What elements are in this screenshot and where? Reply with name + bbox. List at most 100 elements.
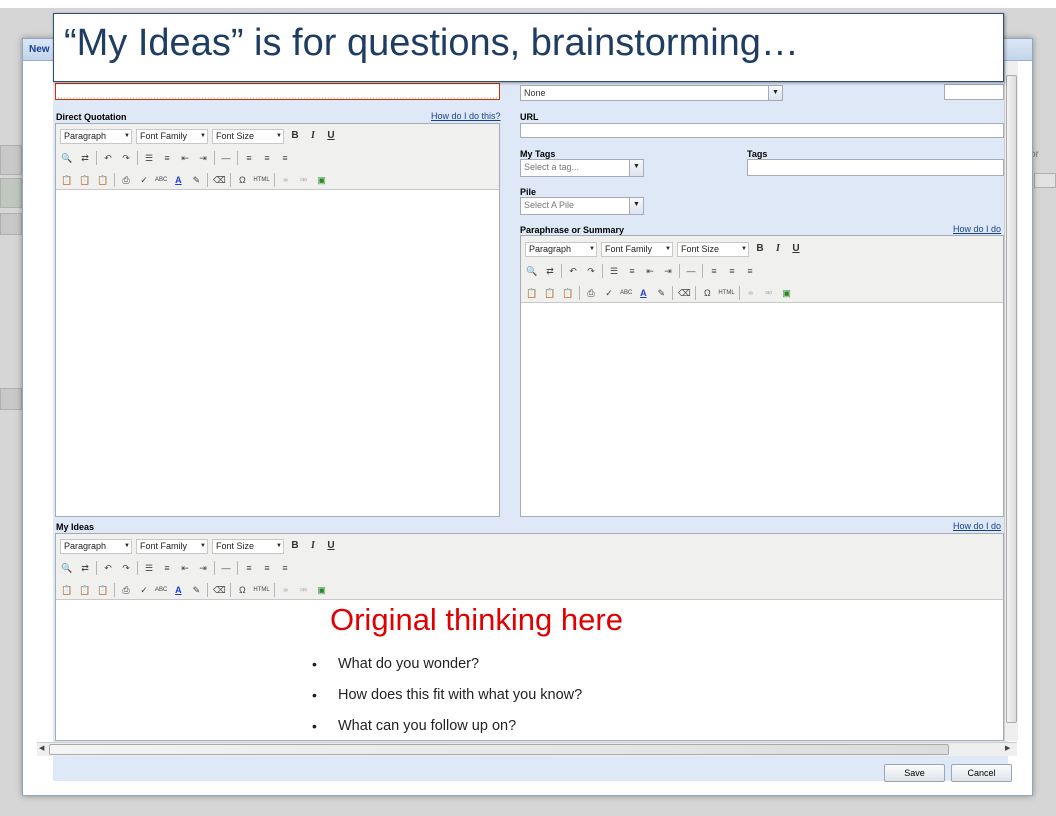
replace-icon[interactable]: ⇄ (78, 151, 92, 165)
paste-text-icon[interactable]: 📋 (78, 583, 92, 597)
highlight-icon[interactable]: ✎ (654, 286, 668, 300)
unlink-icon[interactable]: ⚮ (762, 286, 776, 300)
font-color-icon[interactable]: A (636, 286, 650, 300)
top-right-input[interactable] (944, 84, 1004, 100)
special-char-icon[interactable]: Ω (700, 286, 714, 300)
font-size-select[interactable]: Font Size ▼ (212, 538, 284, 554)
print-icon[interactable]: ⎙ (584, 286, 598, 300)
bold-button[interactable]: B (753, 242, 767, 256)
font-family-select[interactable]: Font Family ▼ (601, 241, 673, 257)
eraser-icon[interactable]: ⌫ (212, 583, 226, 597)
outdent-icon[interactable]: ⇤ (643, 264, 657, 278)
align-center-icon[interactable]: ≡ (260, 561, 274, 575)
eraser-icon[interactable]: ⌫ (212, 173, 226, 187)
align-right-icon[interactable]: ≡ (278, 151, 292, 165)
align-right-icon[interactable]: ≡ (743, 264, 757, 278)
horizontal-scroll-thumb[interactable] (49, 744, 949, 755)
replace-icon[interactable]: ⇄ (78, 561, 92, 575)
align-center-icon[interactable]: ≡ (725, 264, 739, 278)
chevron-down-icon[interactable]: ▼ (768, 86, 782, 100)
unlink-icon[interactable]: ⚮ (297, 173, 311, 187)
insert-image-icon[interactable]: ▣ (315, 583, 329, 597)
insert-image-icon[interactable]: ▣ (315, 173, 329, 187)
paste-word-icon[interactable]: 📋 (561, 286, 575, 300)
italic-button[interactable]: I (306, 539, 320, 553)
paste-icon[interactable]: 📋 (60, 173, 74, 187)
undo-icon[interactable]: ↶ (101, 151, 115, 165)
font-size-select[interactable]: Font Size ▼ (677, 241, 749, 257)
highlight-icon[interactable]: ✎ (189, 583, 203, 597)
dialog-vertical-scrollbar[interactable] (1004, 61, 1018, 741)
replace-icon[interactable]: ⇄ (543, 264, 557, 278)
my-tags-select[interactable]: Select a tag... ▼ (520, 159, 644, 177)
format-select[interactable]: Paragraph ▼ (60, 538, 132, 554)
print-icon[interactable]: ⎙ (119, 583, 133, 597)
bullet-list-icon[interactable]: ☰ (142, 151, 156, 165)
italic-button[interactable]: I (306, 129, 320, 143)
redo-icon[interactable]: ↷ (584, 264, 598, 278)
cancel-button[interactable]: Cancel (951, 764, 1012, 782)
unlink-icon[interactable]: ⚮ (297, 583, 311, 597)
chevron-down-icon[interactable]: ▼ (629, 160, 643, 176)
find-icon[interactable]: 🔍 (60, 561, 74, 575)
redo-icon[interactable]: ↷ (119, 561, 133, 575)
paste-icon[interactable]: 📋 (60, 583, 74, 597)
bullet-list-icon[interactable]: ☰ (142, 561, 156, 575)
html-icon[interactable]: HTML (253, 173, 269, 187)
align-right-icon[interactable]: ≡ (278, 561, 292, 575)
print-icon[interactable]: ⎙ (119, 173, 133, 187)
spellcheck-icon[interactable]: ✓ (137, 583, 151, 597)
outdent-icon[interactable]: ⇤ (178, 151, 192, 165)
save-button[interactable]: Save (884, 764, 945, 782)
font-color-icon[interactable]: A (171, 583, 185, 597)
font-family-select[interactable]: Font Family ▼ (136, 538, 208, 554)
paste-icon[interactable]: 📋 (525, 286, 539, 300)
direct-quotation-help-link[interactable]: How do I do this? (431, 111, 501, 121)
horizontal-rule-icon[interactable]: — (684, 264, 698, 278)
numbered-list-icon[interactable]: ≡ (160, 151, 174, 165)
font-color-icon[interactable]: A (171, 173, 185, 187)
paraphrase-text-area[interactable] (521, 302, 1003, 516)
abc-icon[interactable]: ABC (620, 286, 632, 300)
paste-text-icon[interactable]: 📋 (78, 173, 92, 187)
scroll-right-icon[interactable]: ▶ (1005, 744, 1010, 752)
paste-word-icon[interactable]: 📋 (96, 583, 110, 597)
align-center-icon[interactable]: ≡ (260, 151, 274, 165)
html-icon[interactable]: HTML (718, 286, 734, 300)
redo-icon[interactable]: ↷ (119, 151, 133, 165)
special-char-icon[interactable]: Ω (235, 173, 249, 187)
format-select[interactable]: Paragraph ▼ (60, 128, 132, 144)
tags-input[interactable] (747, 159, 1004, 176)
format-select[interactable]: Paragraph ▼ (525, 241, 597, 257)
paste-text-icon[interactable]: 📋 (543, 286, 557, 300)
underline-button[interactable]: U (789, 242, 803, 256)
outdent-icon[interactable]: ⇤ (178, 561, 192, 575)
bold-button[interactable]: B (288, 129, 302, 143)
paraphrase-help-link[interactable]: How do I do (953, 224, 1001, 234)
url-input[interactable] (520, 123, 1004, 138)
direct-quotation-text-area[interactable] (56, 189, 499, 516)
abc-icon[interactable]: ABC (155, 583, 167, 597)
spellcheck-icon[interactable]: ✓ (137, 173, 151, 187)
link-icon[interactable]: ⚭ (744, 286, 758, 300)
highlight-icon[interactable]: ✎ (189, 173, 203, 187)
horizontal-rule-icon[interactable]: — (219, 561, 233, 575)
abc-icon[interactable]: ABC (155, 173, 167, 187)
scroll-left-icon[interactable]: ◀ (39, 744, 44, 752)
font-size-select[interactable]: Font Size ▼ (212, 128, 284, 144)
my-ideas-help-link[interactable]: How do I do (953, 521, 1001, 531)
spellcheck-icon[interactable]: ✓ (602, 286, 616, 300)
html-icon[interactable]: HTML (253, 583, 269, 597)
link-icon[interactable]: ⚭ (279, 173, 293, 187)
font-family-select[interactable]: Font Family ▼ (136, 128, 208, 144)
link-icon[interactable]: ⚭ (279, 583, 293, 597)
pile-select[interactable]: Select A Pile ▼ (520, 197, 644, 215)
align-left-icon[interactable]: ≡ (242, 561, 256, 575)
special-char-icon[interactable]: Ω (235, 583, 249, 597)
align-left-icon[interactable]: ≡ (707, 264, 721, 278)
align-left-icon[interactable]: ≡ (242, 151, 256, 165)
insert-image-icon[interactable]: ▣ (780, 286, 794, 300)
chevron-down-icon[interactable]: ▼ (629, 198, 643, 214)
indent-icon[interactable]: ⇥ (196, 561, 210, 575)
indent-icon[interactable]: ⇥ (661, 264, 675, 278)
